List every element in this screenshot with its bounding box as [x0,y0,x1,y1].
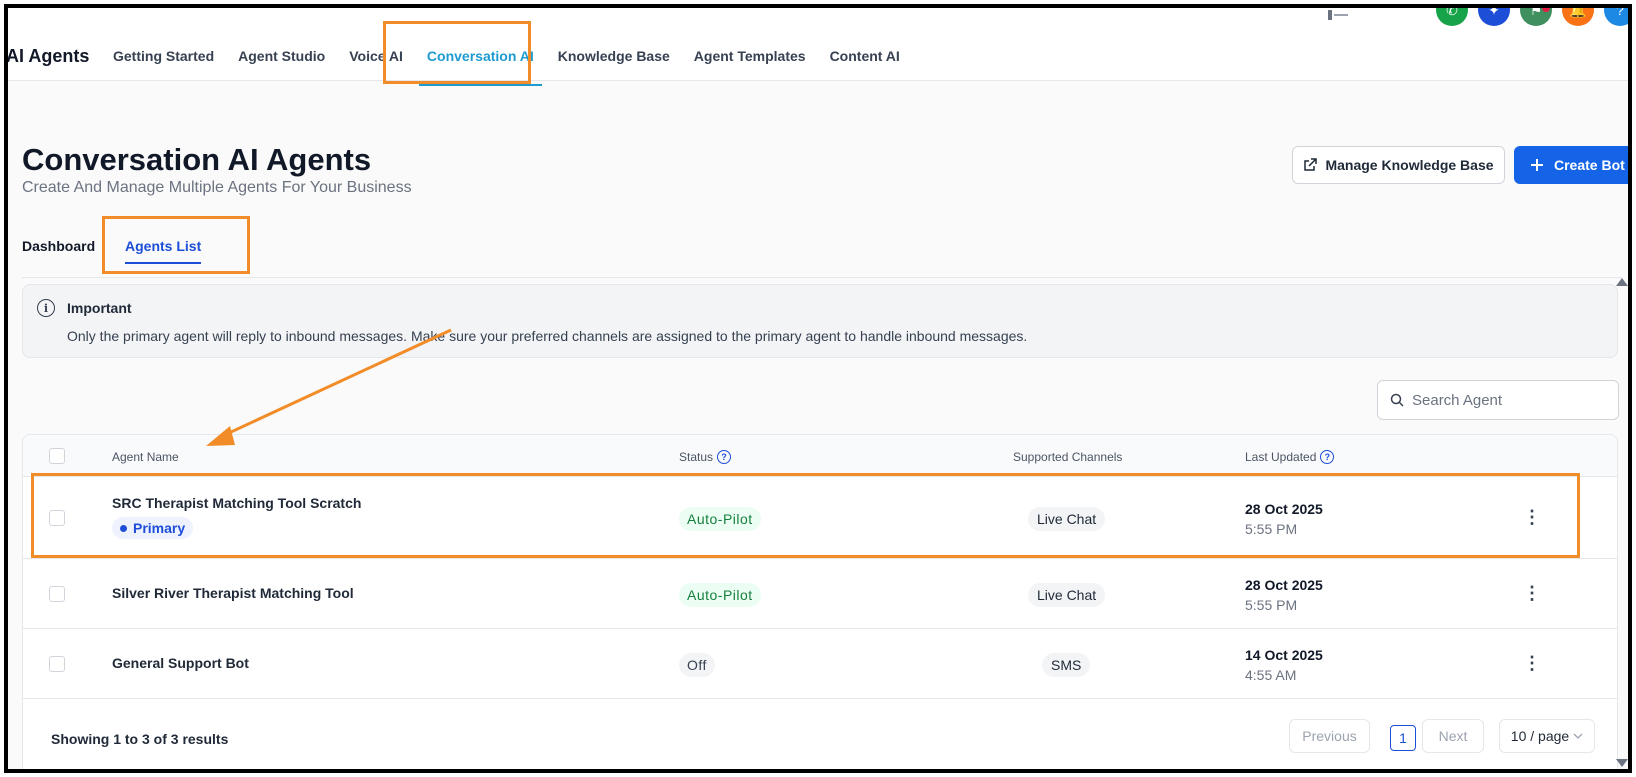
primary-badge: Primary [112,517,194,539]
agent-name[interactable]: Silver River Therapist Matching Tool [112,585,354,601]
last-updated-time: 4:55 AM [1245,667,1297,683]
top-nav: AI Agents Getting Started Agent Studio V… [6,8,1628,86]
top-icon-bar: ✆ ✦ ⚑ 🔔 ? [1436,8,1628,26]
create-bot-button[interactable]: Create Bot [1514,146,1628,184]
search-icon [1390,393,1404,407]
search-box [1377,380,1619,420]
nav-tab-content-ai[interactable]: Content AI [830,48,900,86]
search-input[interactable] [1412,391,1592,409]
sparkle-icon[interactable]: ✦ [1478,8,1510,26]
channel-badge: SMS [1042,653,1091,677]
nav-tab-voice-ai[interactable]: Voice AI [349,48,403,86]
question-icon[interactable]: ? [1320,450,1335,464]
info-icon: i [37,299,55,317]
status-badge: Auto-Pilot [679,507,761,531]
select-all-checkbox[interactable] [49,448,65,464]
phone-icon[interactable]: ✆ [1436,8,1468,26]
chevron-down-icon [1573,733,1583,739]
results-summary: Showing 1 to 3 of 3 results [51,731,229,747]
question-icon[interactable]: ? [717,450,732,464]
external-link-icon [1304,158,1318,171]
col-supported-channels: Supported Channels [1013,450,1122,464]
col-last-updated-label: Last Updated [1245,450,1317,464]
per-page-select[interactable]: 10 / page [1499,719,1595,753]
scroll-up-icon[interactable] [1616,278,1628,286]
next-page-button[interactable]: Next [1422,719,1484,753]
tab-agents-list[interactable]: Agents List [125,238,202,264]
nav-tab-getting-started[interactable]: Getting Started [113,48,214,86]
tab-agents-list-label: Agents List [125,238,202,254]
help-icon[interactable]: ? [1604,8,1628,26]
bell-icon[interactable]: 🔔 [1562,8,1594,26]
last-updated-time: 5:55 PM [1245,597,1298,613]
more-options-icon[interactable]: ⋮ [1523,583,1541,604]
last-updated-time: 5:55 PM [1245,521,1298,537]
tab-dashboard[interactable]: Dashboard [22,238,95,254]
active-tab-underline [125,262,202,264]
agents-table: Agent Name Status? Supported Channels La… [22,434,1618,769]
create-bot-label: Create Bot [1554,157,1625,173]
app-window: AI Agents Getting Started Agent Studio V… [4,4,1632,773]
nav-tab-knowledge-base[interactable]: Knowledge Base [558,48,670,86]
nav-tab-conversation-ai[interactable]: Conversation AI [418,48,542,86]
more-options-icon[interactable]: ⋮ [1523,507,1541,528]
nav-tab-agent-templates[interactable]: Agent Templates [694,48,806,86]
alert-title: Important [67,300,132,316]
col-channels-label: Supported Channels [1013,450,1123,464]
row-checkbox[interactable] [49,586,65,602]
agent-name[interactable]: SRC Therapist Matching Tool Scratch [112,495,361,511]
alert-body: Only the primary agent will reply to inb… [67,328,1028,344]
subtabs: Dashboard Agents List [22,238,1622,278]
table-row[interactable]: General Support Bot Off SMS 14 Oct 2025 … [23,629,1617,699]
table-row[interactable]: Silver River Therapist Matching Tool Aut… [23,559,1617,629]
nav-tab-agent-studio[interactable]: Agent Studio [238,48,325,86]
company-logo-icon [1328,10,1348,20]
primary-badge-label: Primary [133,520,186,536]
col-agent-name-label: Agent Name [112,450,179,464]
per-page-label: 10 / page [1510,728,1570,744]
scroll-down-icon[interactable] [1616,759,1628,767]
table-row[interactable]: SRC Therapist Matching Tool Scratch Prim… [23,477,1617,559]
agent-name[interactable]: General Support Bot [112,655,249,671]
manage-knowledge-base-button[interactable]: Manage Knowledge Base [1292,146,1505,184]
row-checkbox[interactable] [49,656,65,672]
brand-title: AI Agents [6,46,90,66]
channel-badge: Live Chat [1028,583,1106,607]
status-badge: Off [679,653,715,677]
page-number-button[interactable]: 1 [1390,725,1416,751]
page-subtitle: Create And Manage Multiple Agents For Yo… [22,179,412,196]
table-header: Agent Name Status? Supported Channels La… [23,435,1617,477]
col-status-label: Status [679,450,714,464]
megaphone-icon[interactable]: ⚑ [1520,8,1552,26]
more-options-icon[interactable]: ⋮ [1523,653,1541,674]
row-checkbox[interactable] [49,510,65,526]
channel-badge: Live Chat [1028,507,1106,531]
important-alert: i Important Only the primary agent will … [22,284,1618,358]
last-updated-date: 14 Oct 2025 [1245,647,1323,663]
status-badge: Auto-Pilot [679,583,761,607]
plus-icon [1531,159,1543,171]
page-title: Conversation AI Agents [22,142,372,177]
manage-knowledge-base-label: Manage Knowledge Base [1325,157,1494,173]
nav-tabs: Getting Started Agent Studio Voice AI Co… [113,48,924,86]
primary-dot-icon [120,524,127,532]
previous-page-button[interactable]: Previous [1289,719,1370,753]
last-updated-date: 28 Oct 2025 [1245,577,1323,593]
col-last-updated: Last Updated? [1245,450,1335,464]
last-updated-date: 28 Oct 2025 [1245,501,1323,517]
col-agent-name: Agent Name [112,450,179,464]
col-status: Status? [679,450,732,464]
notification-dot [1542,8,1550,12]
